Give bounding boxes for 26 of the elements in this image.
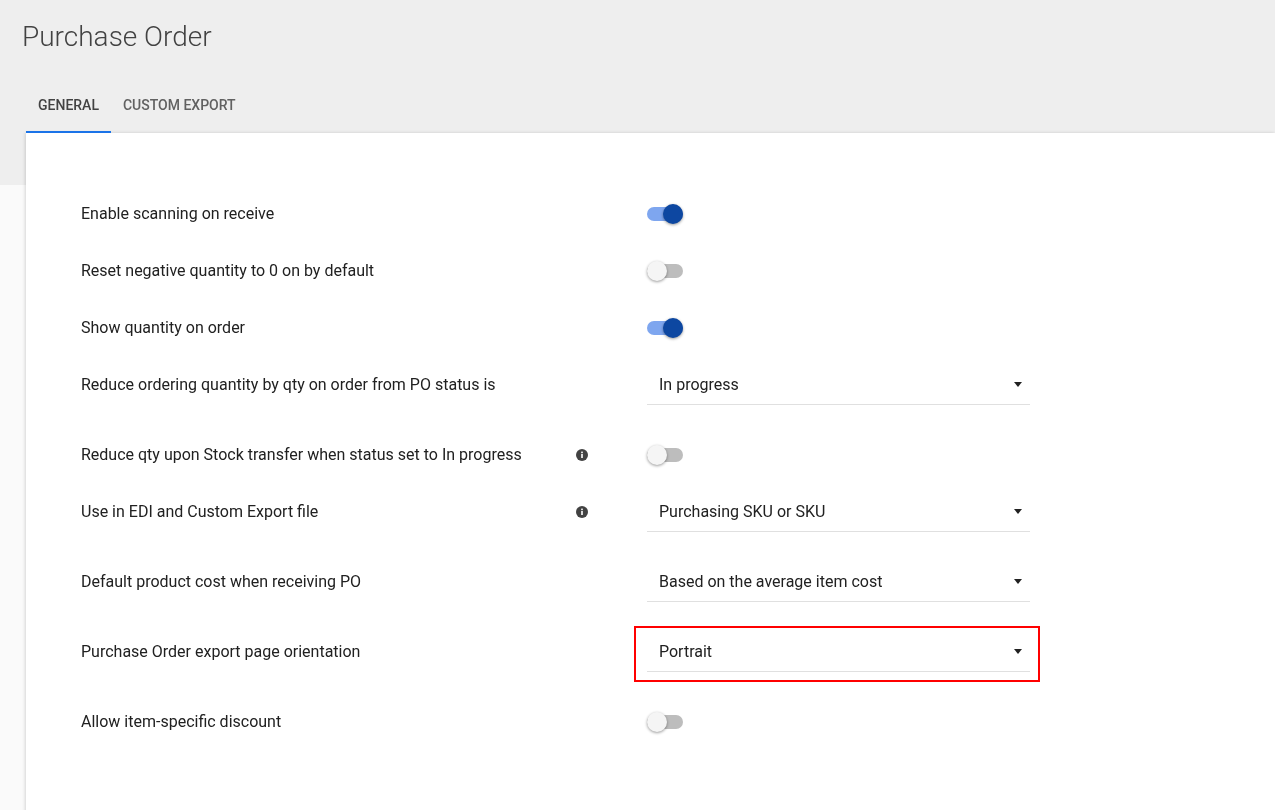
setting-label: Enable scanning on receive	[81, 204, 275, 224]
setting-label: Reduce ordering quantity by qty on order from PO status is	[81, 375, 496, 395]
dropdown-field[interactable]: Based on the average item cost	[647, 562, 1030, 602]
caret-icon	[1014, 509, 1022, 514]
dropdown-field[interactable]: Portrait	[647, 632, 1030, 672]
setting-label: Reset negative quantity to 0 on by default	[81, 261, 375, 281]
dropdown-field[interactable]: Purchasing SKU or SKU	[647, 492, 1030, 532]
setting-label: Default product cost when receiving PO	[81, 572, 362, 592]
toggle-switch[interactable]	[647, 207, 683, 221]
info-icon[interactable]	[576, 506, 588, 518]
setting-label: Reduce qty upon Stock transfer when status set to In progress	[81, 445, 522, 465]
toggle-switch[interactable]	[647, 264, 683, 278]
info-icon[interactable]	[576, 449, 588, 461]
setting-label: Show quantity on order	[81, 318, 246, 338]
toggle-switch[interactable]	[647, 715, 683, 729]
setting-label: Allow item-specific discount	[81, 712, 282, 732]
toggle-switch[interactable]	[647, 321, 683, 335]
caret-icon	[1014, 649, 1022, 654]
tab[interactable]: CUSTOM EXPORT	[110, 80, 248, 133]
setting-label: Purchase Order export page orientation	[81, 642, 361, 662]
dropdown-field[interactable]: In progress	[647, 365, 1030, 405]
page-title: Purchase Order	[22, 19, 213, 55]
caret-icon	[1014, 579, 1022, 584]
setting-label: Use in EDI and Custom Export file	[81, 502, 319, 522]
toggle-switch[interactable]	[647, 448, 683, 462]
caret-icon	[1014, 382, 1022, 387]
